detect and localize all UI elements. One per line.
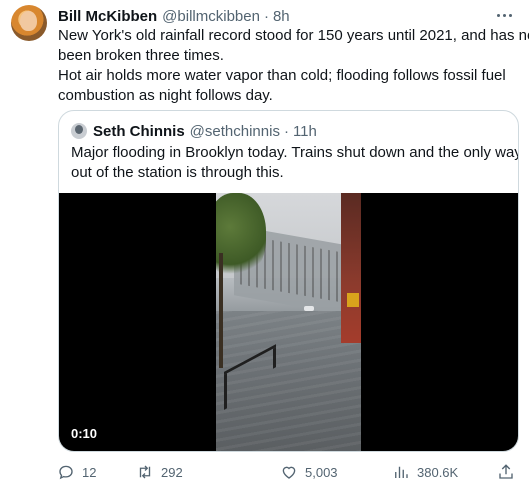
share-upload-icon bbox=[499, 464, 513, 479]
retweet-arrows-icon bbox=[139, 465, 151, 479]
quoted-tweet-text: Major flooding in Brooklyn today. Trains… bbox=[71, 143, 519, 183]
quoted-tweet-time[interactable]: 11h bbox=[293, 123, 317, 140]
tweet-time[interactable]: 8h bbox=[273, 8, 290, 25]
separator: · bbox=[283, 122, 289, 140]
video-player[interactable]: 0:10 bbox=[59, 193, 518, 451]
author-name[interactable]: Bill McKibben bbox=[58, 8, 157, 25]
views-count: 380.6K bbox=[417, 464, 459, 480]
quoted-text-line: Major flooding in Brooklyn today. Trains… bbox=[71, 144, 519, 161]
reply-button[interactable]: 12 bbox=[57, 462, 96, 482]
retweet-button[interactable]: 292 bbox=[136, 462, 183, 482]
tweet-text-line: been broken three times. bbox=[58, 47, 224, 64]
tweet-text-line: New York's old rainfall record stood for… bbox=[58, 27, 529, 44]
reply-count: 12 bbox=[82, 464, 97, 480]
like-count: 5,003 bbox=[305, 464, 338, 480]
author-avatar[interactable] bbox=[11, 5, 47, 41]
views-bar-chart-icon bbox=[395, 466, 408, 478]
video-frame bbox=[216, 193, 361, 451]
tweet-text-line: combustion as night follows day. bbox=[58, 87, 273, 104]
retweet-count: 292 bbox=[161, 464, 183, 480]
tweet[interactable]: Bill McKibben @billmckibben · 8h New Yor… bbox=[0, 0, 529, 494]
quoted-tweet-header: Seth Chinnis @sethchinnis · 11h bbox=[71, 121, 317, 141]
tweet-header: Bill McKibben @billmckibben · 8h bbox=[58, 6, 290, 26]
more-dots-icon[interactable] bbox=[493, 6, 515, 24]
reply-bubble-icon bbox=[59, 465, 73, 480]
quoted-text-line: out of the station is through this. bbox=[71, 164, 284, 181]
quoted-author-avatar[interactable] bbox=[71, 123, 87, 139]
share-button[interactable] bbox=[497, 462, 522, 482]
quoted-author-handle[interactable]: @sethchinnis bbox=[190, 123, 280, 140]
author-handle[interactable]: @billmckibben bbox=[162, 8, 260, 25]
quoted-author-name[interactable]: Seth Chinnis bbox=[93, 123, 185, 140]
action-bar: 12 292 5,003 380.6K bbox=[57, 462, 518, 482]
tweet-text-line: Hot air holds more water vapor than cold… bbox=[58, 67, 506, 84]
quoted-tweet[interactable]: Seth Chinnis @sethchinnis · 11h Major fl… bbox=[58, 110, 519, 452]
separator: · bbox=[263, 7, 269, 25]
tweet-text: New York's old rainfall record stood for… bbox=[58, 26, 529, 106]
views-button[interactable]: 380.6K bbox=[392, 462, 458, 482]
video-timestamp: 0:10 bbox=[67, 424, 102, 443]
heart-icon bbox=[282, 466, 296, 479]
like-button[interactable]: 5,003 bbox=[280, 462, 338, 482]
